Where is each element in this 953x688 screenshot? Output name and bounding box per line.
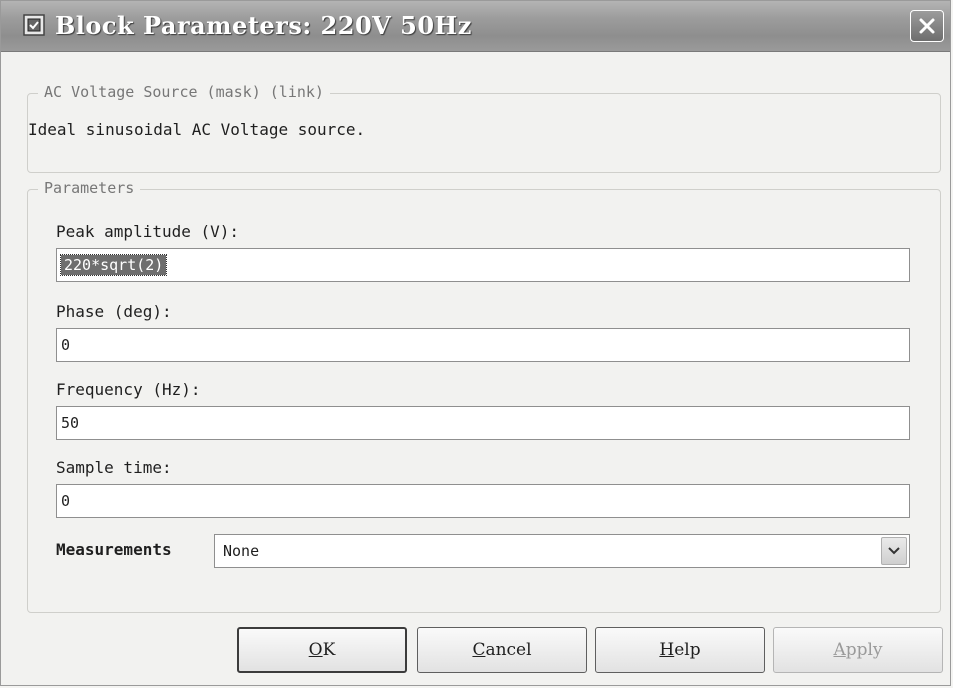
close-button[interactable] <box>910 10 944 42</box>
dropdown-button[interactable] <box>881 537 907 565</box>
title-bar[interactable]: Block Parameters: 220V 50Hz <box>1 1 950 52</box>
apply-label-rest: pply <box>845 640 883 660</box>
apply-button[interactable]: Apply <box>773 627 943 673</box>
parameters-groupbox: Parameters Peak amplitude (V): 220*sqrt(… <box>27 179 941 613</box>
cancel-button[interactable]: Cancel <box>417 627 587 673</box>
sample-time-label: Sample time: <box>56 458 172 477</box>
apply-mnemonic: A <box>833 640 846 660</box>
sample-time-input[interactable]: 0 <box>56 484 910 518</box>
cancel-mnemonic: C <box>472 640 486 660</box>
frequency-input[interactable]: 50 <box>56 406 910 440</box>
measurements-label: Measurements <box>56 540 172 559</box>
cancel-label-rest: ancel <box>485 640 532 660</box>
mask-legend: AC Voltage Source (mask) (link) <box>38 83 330 101</box>
block-parameters-dialog: Block Parameters: 220V 50Hz AC Voltage S… <box>0 0 951 686</box>
ok-button[interactable]: OK <box>237 627 407 673</box>
peak-amplitude-label: Peak amplitude (V): <box>56 222 240 241</box>
chevron-down-icon <box>888 547 900 555</box>
peak-amplitude-value: 220*sqrt(2) <box>59 254 168 276</box>
help-mnemonic: H <box>659 640 675 660</box>
phase-label: Phase (deg): <box>56 302 172 321</box>
mask-description: Ideal sinusoidal AC Voltage source. <box>28 120 366 139</box>
phase-input[interactable]: 0 <box>56 328 910 362</box>
measurements-value: None <box>223 542 260 560</box>
close-icon <box>919 18 935 34</box>
help-label-rest: elp <box>674 640 701 660</box>
peak-amplitude-input[interactable]: 220*sqrt(2) <box>56 248 910 282</box>
ok-mnemonic: O <box>308 640 323 660</box>
measurements-select[interactable]: None <box>214 534 910 568</box>
ok-label-rest: K <box>322 640 336 660</box>
mask-groupbox: AC Voltage Source (mask) (link) Ideal si… <box>27 83 941 173</box>
block-icon <box>23 14 45 36</box>
parameters-legend: Parameters <box>38 179 141 197</box>
window-title: Block Parameters: 220V 50Hz <box>55 11 472 40</box>
frequency-label: Frequency (Hz): <box>56 380 201 399</box>
help-button[interactable]: Help <box>595 627 765 673</box>
